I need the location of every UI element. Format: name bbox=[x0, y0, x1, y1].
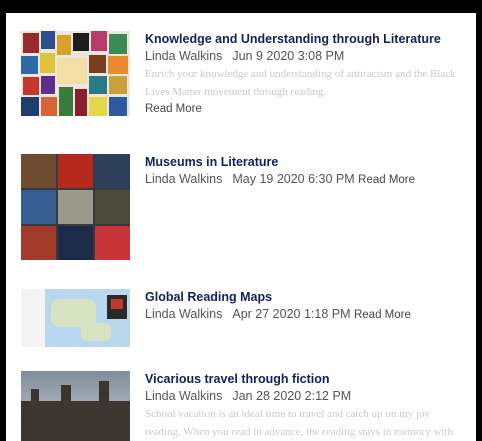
book-cover bbox=[89, 55, 106, 73]
book-cover bbox=[41, 76, 55, 94]
post-excerpt: Lives Matter movement through reading. bbox=[145, 86, 327, 98]
post-date: Jan 28 2020 2:12 PM bbox=[232, 389, 352, 403]
blog-post: Museums in Literature Linda Walkins May 1… bbox=[21, 154, 471, 264]
read-more-link[interactable]: Read More bbox=[354, 309, 411, 321]
book-cover bbox=[21, 56, 38, 74]
tower-silhouette bbox=[61, 385, 71, 405]
book-cover bbox=[109, 34, 127, 54]
book-cover bbox=[23, 77, 39, 95]
map-land bbox=[81, 323, 111, 341]
blog-post: Vicarious travel through fiction Linda W… bbox=[21, 371, 471, 441]
blog-post-list: Knowledge and Understanding through Lite… bbox=[6, 13, 476, 441]
post-thumbnail-map[interactable] bbox=[21, 289, 130, 347]
post-author: Linda Walkins bbox=[145, 389, 223, 403]
book-cover bbox=[109, 97, 127, 116]
museum-photo bbox=[58, 154, 93, 188]
book-cover bbox=[89, 76, 107, 94]
post-body: Knowledge and Understanding through Lite… bbox=[145, 31, 475, 117]
tower-silhouette bbox=[31, 389, 39, 409]
book-cover bbox=[57, 35, 71, 55]
museum-photo bbox=[21, 154, 56, 188]
post-title[interactable]: Museums in Literature bbox=[145, 154, 475, 170]
post-date: Jun 9 2020 3:08 PM bbox=[232, 49, 345, 63]
post-author: Linda Walkins bbox=[145, 49, 223, 63]
museum-photo bbox=[21, 190, 56, 224]
museum-photo bbox=[58, 226, 93, 260]
book-cover bbox=[59, 87, 73, 116]
post-meta: Linda Walkins Apr 27 2020 1:18 PM Read Mo… bbox=[145, 305, 475, 324]
book-cover bbox=[89, 97, 107, 116]
book-cover bbox=[40, 53, 55, 73]
post-meta: Linda Walkins Jan 28 2020 2:12 PM bbox=[145, 387, 475, 405]
museum-photo bbox=[21, 226, 56, 260]
post-author: Linda Walkins bbox=[145, 172, 223, 186]
museum-photo bbox=[58, 190, 93, 224]
post-thumbnail-parliament[interactable] bbox=[21, 371, 130, 441]
post-title[interactable]: Global Reading Maps bbox=[145, 289, 475, 305]
post-date: Apr 27 2020 1:18 PM bbox=[232, 307, 351, 321]
post-meta: Linda Walkins Jun 9 2020 3:08 PM bbox=[145, 47, 475, 65]
museum-photo bbox=[95, 190, 130, 224]
post-excerpt: School vacation is an ideal time to trav… bbox=[145, 408, 431, 420]
read-more-link[interactable]: Read More bbox=[358, 174, 415, 186]
read-more-link[interactable]: Read More bbox=[145, 101, 475, 117]
post-body: Global Reading Maps Linda Walkins Apr 27 … bbox=[145, 289, 475, 324]
book-cover bbox=[41, 97, 57, 116]
book-cover bbox=[21, 97, 39, 116]
post-thumbnail-museums[interactable] bbox=[21, 154, 130, 260]
post-meta: Linda Walkins May 19 2020 6:30 PM Read Mo… bbox=[145, 170, 475, 189]
post-author: Linda Walkins bbox=[145, 307, 223, 321]
post-title[interactable]: Vicarious travel through fiction bbox=[145, 371, 475, 387]
post-thumbnail-book-covers[interactable] bbox=[21, 31, 130, 116]
book-cover bbox=[57, 58, 87, 84]
book-cover bbox=[108, 56, 128, 74]
post-date: May 19 2020 6:30 PM bbox=[232, 172, 355, 186]
post-body: Vicarious travel through fiction Linda W… bbox=[145, 371, 475, 441]
book-cover bbox=[109, 76, 127, 94]
map-popup-image bbox=[111, 299, 123, 309]
book-cover bbox=[73, 33, 89, 51]
post-body: Museums in Literature Linda Walkins May 1… bbox=[145, 154, 475, 189]
blog-post: Global Reading Maps Linda Walkins Apr 27 … bbox=[21, 289, 471, 351]
post-excerpt: Enrich your knowledge and understanding … bbox=[145, 68, 456, 80]
map-sidebar bbox=[21, 289, 45, 347]
book-cover bbox=[75, 89, 87, 116]
blog-post: Knowledge and Understanding through Lite… bbox=[21, 31, 471, 131]
museum-photo bbox=[95, 154, 130, 188]
post-title[interactable]: Knowledge and Understanding through Lite… bbox=[145, 31, 475, 47]
book-cover bbox=[91, 31, 107, 51]
tower-silhouette bbox=[99, 381, 109, 405]
museum-photo bbox=[95, 226, 130, 260]
book-cover bbox=[41, 31, 55, 49]
book-cover bbox=[23, 33, 39, 53]
post-excerpt: reading. When you read in advance, the r… bbox=[145, 426, 454, 438]
